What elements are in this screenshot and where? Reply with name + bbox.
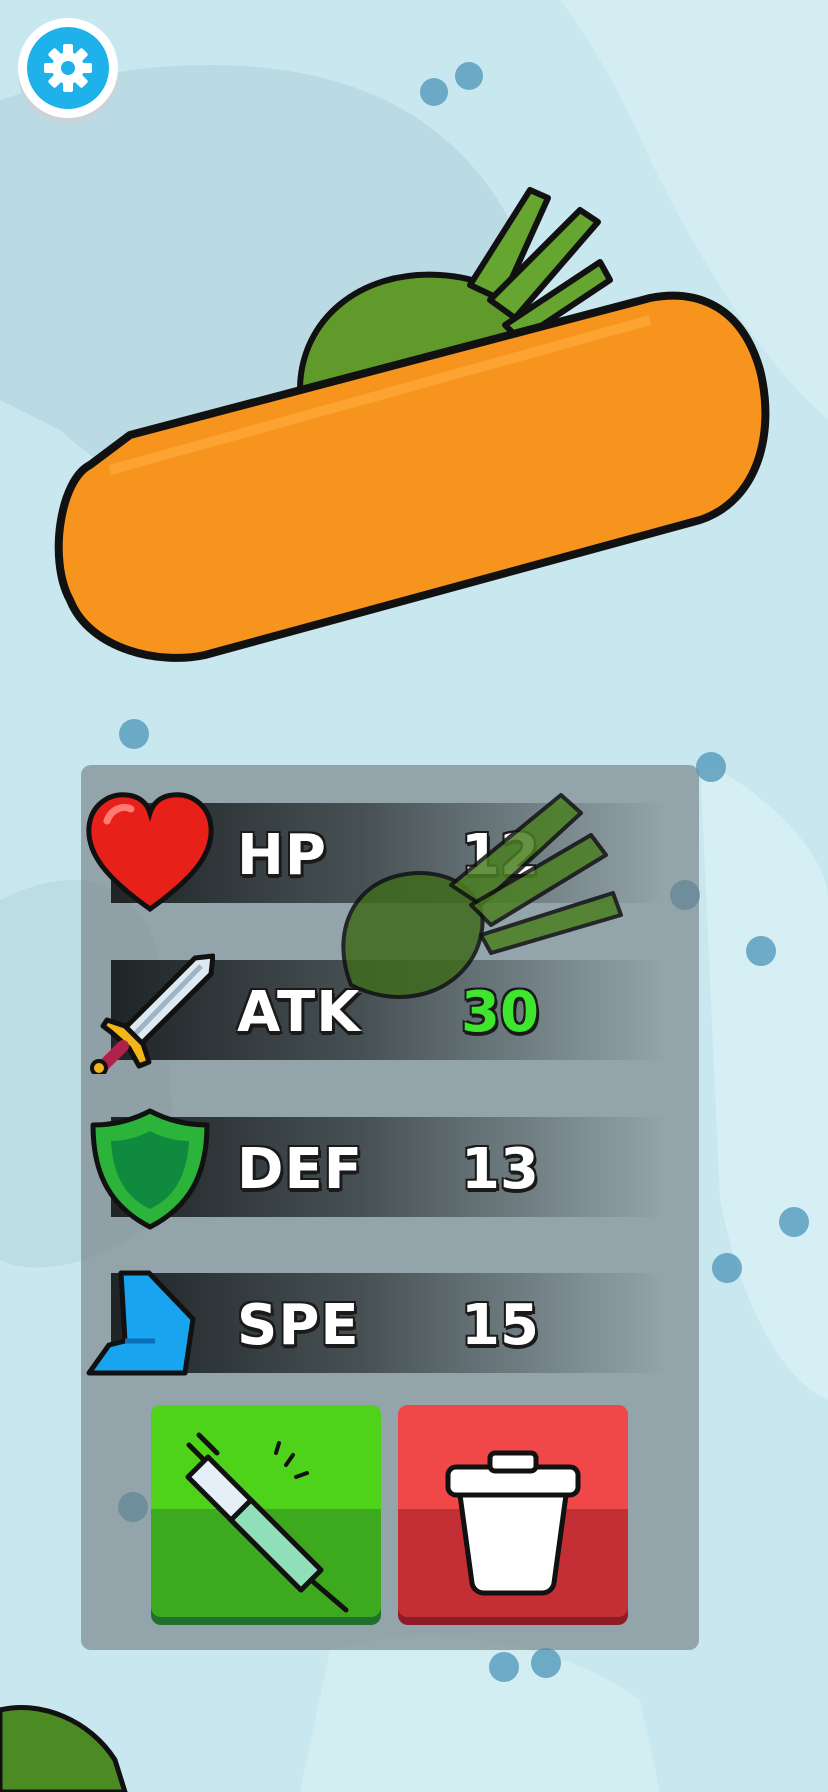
settings-button[interactable] [18, 18, 118, 118]
discard-button[interactable] [398, 1405, 628, 1617]
shield-icon [90, 1108, 210, 1230]
stat-label-def: DEF [237, 1137, 363, 1202]
stats-panel: HP 12 ATK 30 DEF 13 SPE 15 [81, 765, 699, 1650]
inject-button[interactable] [151, 1405, 381, 1617]
stat-row-spe: SPE 15 [81, 1270, 699, 1376]
carrot-leaf-shadow [341, 793, 623, 999]
syringe-icon [185, 1432, 349, 1613]
stat-row-def: DEF 13 [81, 1108, 699, 1230]
gear-icon [44, 44, 92, 92]
stat-value-spe: 15 [461, 1293, 539, 1358]
sword-icon [90, 953, 215, 1074]
heart-icon [86, 792, 214, 913]
stat-label-spe: SPE [237, 1293, 360, 1358]
settings-button-face [27, 27, 109, 109]
stat-value-def: 13 [461, 1137, 539, 1202]
stat-label-hp: HP [237, 823, 327, 888]
trash-icon [445, 1450, 581, 1596]
boot-icon [86, 1270, 196, 1376]
